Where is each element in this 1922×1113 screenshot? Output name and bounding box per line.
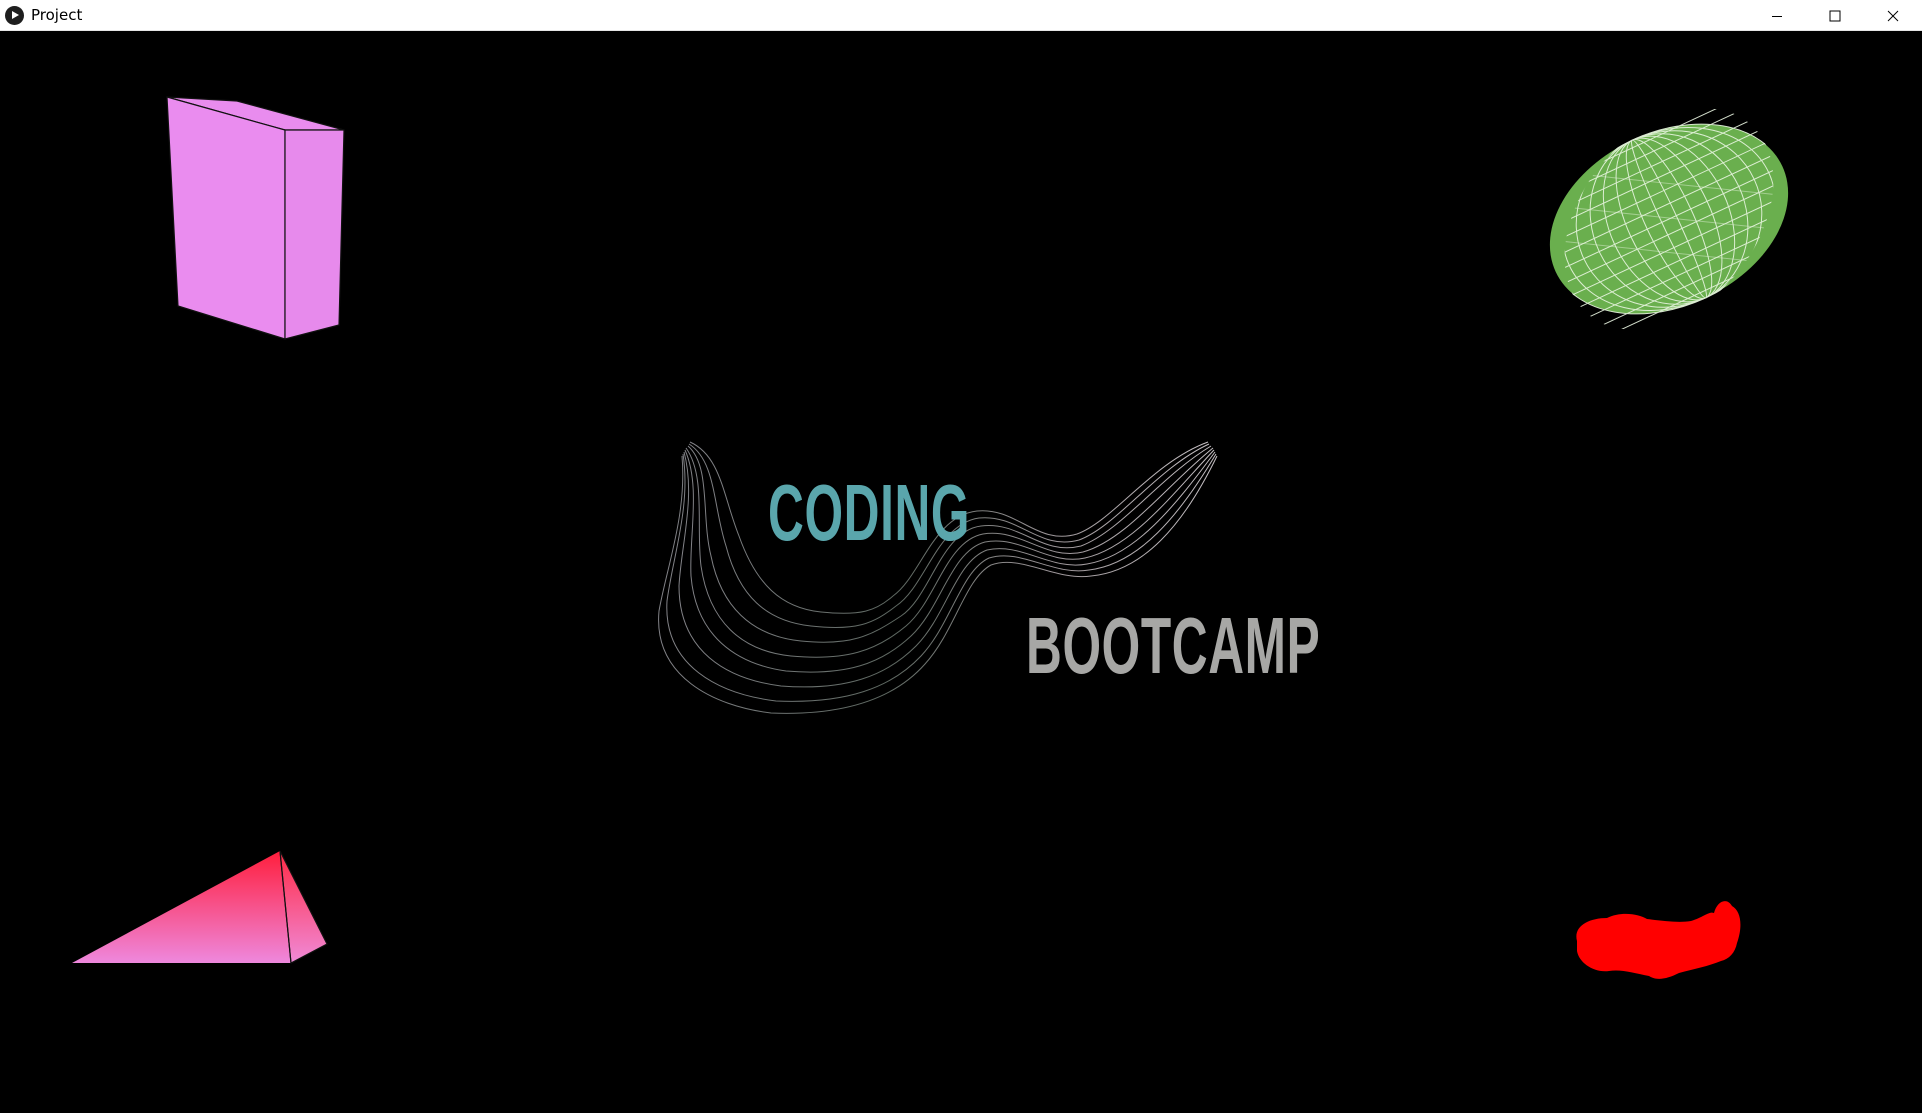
window-controls (1748, 0, 1922, 31)
wireframe-ellipsoid-shape (1541, 109, 1801, 329)
sketch-canvas[interactable]: CODING BOOTCAMP (1, 31, 1921, 1113)
coding-bootcamp-logo: CODING BOOTCAMP (641, 436, 1320, 736)
pyramid-shape (72, 850, 328, 964)
close-icon (1887, 10, 1899, 21)
red-blob-shape (1576, 901, 1741, 979)
window-title: Project (31, 6, 83, 24)
close-button[interactable] (1864, 0, 1922, 31)
logo-text-coding: CODING (768, 468, 971, 557)
maximize-button[interactable] (1806, 0, 1864, 31)
app-play-icon (5, 5, 24, 25)
maximize-icon (1829, 10, 1841, 21)
logo-text-bootcamp: BOOTCAMP (1026, 601, 1321, 690)
minimize-icon (1772, 15, 1782, 17)
pink-box-shape (166, 96, 345, 340)
minimize-button[interactable] (1748, 0, 1806, 31)
title-bar[interactable]: Project (0, 0, 1922, 31)
app-window: Project CODING BOOTCAMP (0, 0, 1922, 1113)
